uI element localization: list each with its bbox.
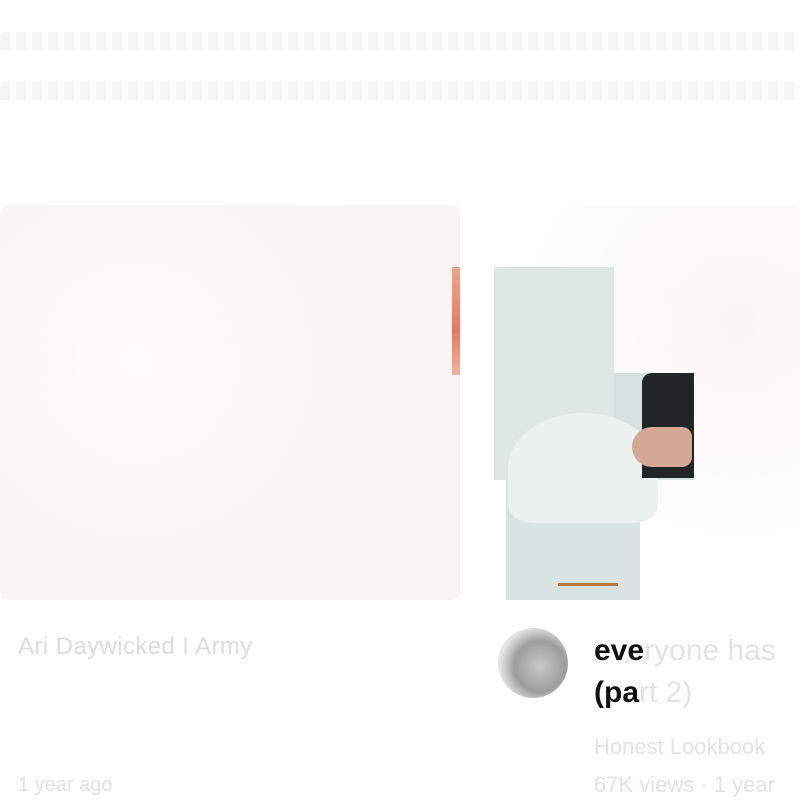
video-thumbnail-right[interactable] — [494, 205, 800, 600]
channel-name[interactable]: Honest Lookbook — [594, 734, 765, 760]
video-title-left[interactable]: Ari Daywicked I Army — [18, 633, 253, 661]
thumbnail-accent-strip — [452, 267, 460, 375]
title-line2-visible: (pa — [594, 676, 639, 709]
title-line2-faded: rt 2) — [639, 676, 693, 709]
video-stats: 67K views · 1 year — [594, 772, 775, 797]
title-line1-visible: eve — [594, 634, 645, 667]
video-title-right[interactable]: everyone has (part 2) — [594, 630, 800, 714]
video-thumbnail-left[interactable] — [0, 205, 460, 600]
title-line1-faded: ryone has — [644, 634, 776, 667]
arm — [632, 427, 692, 467]
chair-legs — [558, 583, 618, 600]
chair-seat — [508, 413, 658, 523]
video-meta-left: 1 year ago — [18, 774, 113, 796]
channel-avatar[interactable] — [498, 628, 568, 698]
faded-header-line — [0, 82, 800, 100]
faded-header-line — [0, 32, 800, 50]
